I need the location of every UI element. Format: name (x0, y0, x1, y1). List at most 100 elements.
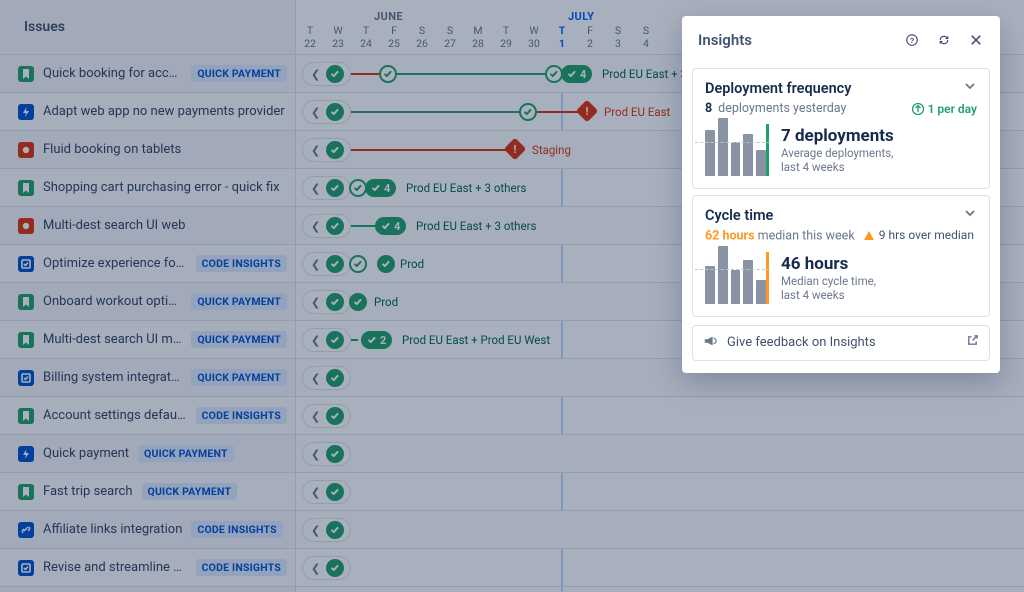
deploy-ok-node[interactable] (519, 103, 537, 121)
bookmark-icon (18, 66, 34, 82)
issue-label: QUICK PAYMENT (191, 369, 287, 386)
issue-row[interactable]: Multi-dest search UI mobileweb QUICK PAY… (0, 321, 295, 359)
issue-title: Onboard workout options (OWO) (43, 294, 182, 309)
deploy-ok-node[interactable] (326, 407, 344, 425)
bookmark-icon (18, 332, 34, 348)
delta-up-icon: 1 per day (912, 102, 977, 116)
issue-title: Quick payment (43, 446, 129, 461)
issue-row[interactable]: Quick booking for accommodations QUICK P… (0, 55, 295, 93)
environment-label: Prod EU East (604, 105, 670, 119)
deploy-count-pill[interactable]: 2 (361, 331, 392, 349)
issue-title: Revise and streamline booking flow (43, 560, 187, 575)
chevron-down-icon[interactable] (963, 79, 977, 97)
issue-row[interactable]: Revise and streamline booking flow CODE … (0, 549, 295, 587)
deploy-ok-node[interactable] (326, 483, 344, 501)
day-header: F2 (576, 24, 604, 50)
issue-title: Adapt web app no new payments provider (43, 104, 285, 119)
metric-caption: Average deployments, (781, 146, 894, 160)
metric-value: 46 hours (781, 254, 876, 274)
issue-collapse-pill[interactable]: ❮ (302, 404, 351, 428)
issue-row[interactable]: Account settings defaults CODE INSIGHTS (0, 397, 295, 435)
deploy-ok-node[interactable] (326, 445, 344, 463)
issue-row[interactable]: Fast trip search QUICK PAYMENT (0, 473, 295, 511)
deploy-ok-node[interactable] (326, 331, 344, 349)
help-icon[interactable]: ? (900, 28, 924, 52)
issue-collapse-pill[interactable]: ❮ (302, 556, 351, 580)
close-icon[interactable] (964, 28, 988, 52)
issue-row[interactable]: Optimize experience for mobile web CODE … (0, 245, 295, 283)
sparkline-chart (705, 124, 769, 176)
deploy-ok-node[interactable] (326, 65, 344, 83)
insight-card-deploy[interactable]: Deployment frequency 8 deployments yeste… (692, 68, 990, 189)
issue-collapse-pill[interactable]: ❮ (302, 518, 351, 542)
issue-label: QUICK PAYMENT (191, 65, 287, 82)
issue-collapse-pill[interactable]: ❮ (302, 480, 351, 504)
deploy-ok-node[interactable] (326, 559, 344, 577)
day-header: M28 (464, 24, 492, 50)
issue-row[interactable]: Billing system integration - frontend QU… (0, 359, 295, 397)
deploy-ok-node[interactable] (326, 521, 344, 539)
deploy-ok-node[interactable] (326, 255, 344, 273)
metric-caption: Median cycle time, (781, 274, 876, 288)
issue-collapse-pill[interactable]: ❮ (302, 100, 351, 124)
deploy-ok-node[interactable] (326, 141, 344, 159)
feedback-link[interactable]: Give feedback on Insights (692, 325, 990, 361)
deploy-fail-node[interactable] (504, 138, 527, 161)
timeline-row: ❮ (296, 435, 1024, 473)
refresh-icon[interactable] (932, 28, 956, 52)
deploy-ok-node[interactable] (379, 65, 397, 83)
day-header: S27 (436, 24, 464, 50)
issue-collapse-pill[interactable]: ❮ (302, 176, 351, 200)
environment-label: Prod EU East + 3 others (416, 219, 536, 233)
issue-collapse-pill[interactable]: ❮ (302, 442, 351, 466)
issue-collapse-pill[interactable]: ❮ (302, 138, 351, 162)
issue-collapse-pill[interactable]: ❮ (302, 252, 351, 276)
chevron-down-icon[interactable] (963, 206, 977, 224)
issue-row[interactable]: Shopping cart purchasing error - quick f… (0, 169, 295, 207)
deploy-segment (388, 73, 554, 75)
deploy-ok-node[interactable] (326, 103, 344, 121)
issue-row[interactable]: Multi-dest search UI web (0, 207, 295, 245)
feedback-label: Give feedback on Insights (727, 335, 876, 350)
deploy-count-pill[interactable]: 4 (375, 217, 406, 235)
environment-label: Prod (400, 257, 424, 271)
issue-collapse-pill[interactable]: ❮ (302, 328, 351, 352)
issue-title: Billing system integration - frontend (43, 370, 182, 385)
issue-row[interactable]: Quick payment QUICK PAYMENT (0, 435, 295, 473)
deploy-ok-node[interactable] (349, 255, 367, 273)
issue-row[interactable]: Fluid booking on tablets (0, 131, 295, 169)
chevron-left-icon: ❮ (311, 68, 320, 81)
issue-row[interactable]: Affiliate links integration CODE INSIGHT… (0, 511, 295, 549)
issue-collapse-pill[interactable]: ❮ (302, 214, 351, 238)
issue-collapse-pill[interactable]: ❮ (302, 366, 351, 390)
issue-label: QUICK PAYMENT (191, 293, 287, 310)
issue-row[interactable]: Adapt web app no new payments provider (0, 93, 295, 131)
deploy-ok-node[interactable] (326, 369, 344, 387)
issue-label: QUICK PAYMENT (138, 445, 234, 462)
deploy-ok-node[interactable] (349, 293, 367, 311)
metric-caption: last 4 weeks (781, 288, 876, 302)
task-icon (18, 560, 34, 576)
bolt-icon (18, 104, 34, 120)
deploy-fail-node[interactable] (576, 100, 599, 123)
issue-collapse-pill[interactable]: ❮ (302, 62, 351, 86)
insight-card-title: Deployment frequency (705, 80, 851, 97)
issue-row[interactable]: Onboard workout options (OWO) QUICK PAYM… (0, 283, 295, 321)
bolt-icon (18, 446, 34, 462)
deploy-count-pill[interactable]: 4 (561, 65, 592, 83)
issue-label: CODE INSIGHTS (196, 255, 287, 272)
issue-title: Shopping cart purchasing error - quick f… (43, 180, 280, 195)
issue-title: Affiliate links integration (43, 522, 182, 537)
svg-text:?: ? (910, 36, 915, 45)
chevron-left-icon: ❮ (311, 372, 320, 385)
deploy-ok-node[interactable] (377, 255, 395, 273)
bookmark-icon (18, 180, 34, 196)
timeline-row: ❮ (296, 397, 1024, 435)
task-icon (18, 256, 34, 272)
deploy-ok-node[interactable] (326, 293, 344, 311)
deploy-count-pill[interactable]: 4 (365, 179, 396, 197)
insight-card-cycle[interactable]: Cycle time 62 hours median this week 9 h… (692, 195, 990, 317)
deploy-ok-node[interactable] (326, 179, 344, 197)
issue-collapse-pill[interactable]: ❮ (302, 290, 351, 314)
deploy-ok-node[interactable] (326, 217, 344, 235)
